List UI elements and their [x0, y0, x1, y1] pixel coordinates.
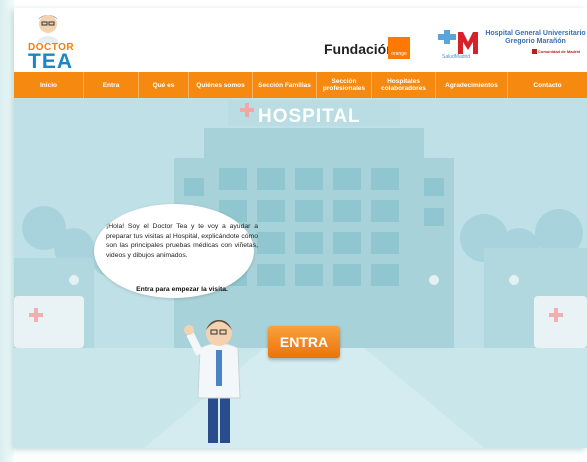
logo-text-tea: TEA: [28, 50, 73, 73]
orange-logo: orange: [388, 37, 410, 59]
comunidad-madrid-text: Comunidad de Madrid: [538, 49, 580, 54]
nav-item-inicio[interactable]: Inicio: [14, 72, 84, 98]
hospital-illustration: [14, 100, 587, 448]
comunidad-madrid-flag-icon: [532, 49, 537, 54]
nav-item-contacto[interactable]: Contacto: [508, 72, 587, 98]
hospital-sign: HOSPITAL: [258, 106, 361, 127]
speech-bubble-cta: Entra para empezar la visita.: [136, 286, 228, 293]
nav-item-que-es[interactable]: Qué es: [139, 72, 189, 98]
page: DOCTOR TEA Fundación orange SaludMadrid …: [14, 8, 587, 448]
main-nav: Inicio Entra Qué es Quiénes somos Secció…: [14, 72, 587, 98]
nav-item-agradecimientos[interactable]: Agradecimientos: [436, 72, 508, 98]
nav-item-quienes-somos[interactable]: Quiénes somos: [189, 72, 253, 98]
nav-item-hospitales-colaboradores[interactable]: Hospitales colaboradores: [372, 72, 436, 98]
speech-bubble-text: ¡Hola! Soy el Doctor Tea y te voy a ayud…: [106, 223, 258, 259]
nav-item-seccion-familias[interactable]: Sección Familias: [253, 72, 317, 98]
fundacion-label: Fundación: [324, 41, 395, 57]
hospital-gregorio-maranon-name: Hospital General Universitario Gregorio …: [485, 30, 586, 45]
salud-madrid-text: SaludMadrid: [442, 54, 471, 60]
nav-item-seccion-profesionales[interactable]: Sección profesionales: [317, 72, 372, 98]
hero-scene: HOSPITAL ¡Hola! Soy el Doctor Tea y te v…: [14, 98, 587, 448]
header: DOCTOR TEA Fundación orange SaludMadrid …: [14, 8, 587, 73]
window: DOCTOR TEA Fundación orange SaludMadrid …: [0, 0, 587, 462]
orange-logo-text: orange: [391, 51, 407, 57]
nav-item-entra[interactable]: Entra: [84, 72, 139, 98]
entra-button[interactable]: ENTRA: [268, 326, 340, 358]
left-shadow: [0, 0, 14, 462]
